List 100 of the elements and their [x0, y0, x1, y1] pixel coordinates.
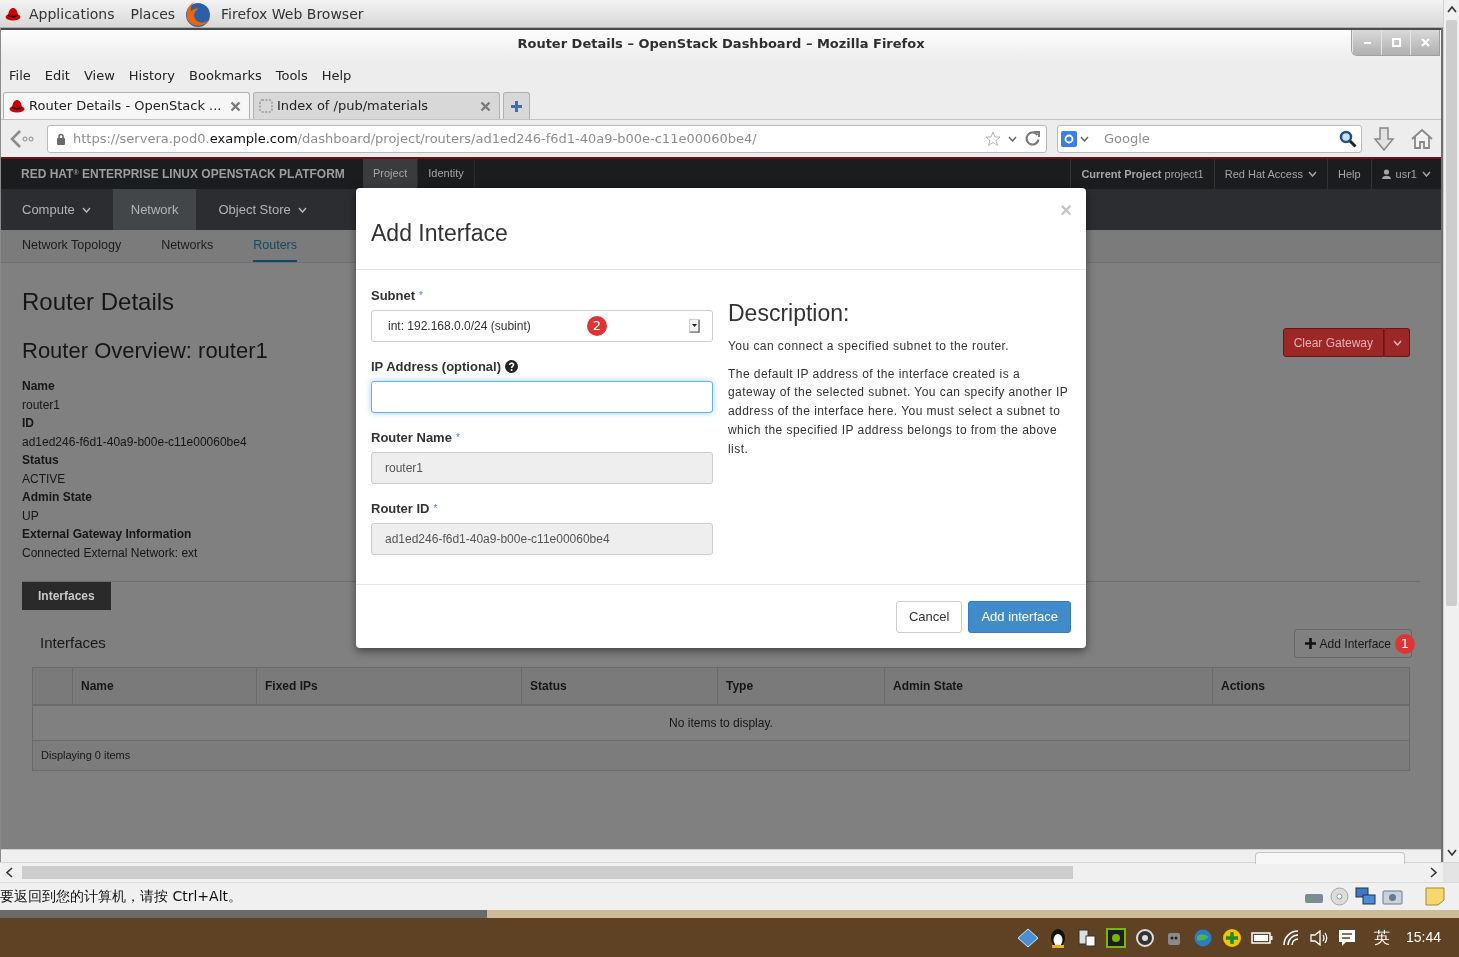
browser-tab[interactable]: Index of /pub/materials — [253, 92, 500, 119]
detail-label: ID — [22, 415, 35, 432]
url-domain: example.com — [209, 129, 298, 148]
menu-item[interactable]: Help — [314, 66, 359, 86]
device-icon[interactable] — [1076, 927, 1097, 948]
disc-icon[interactable] — [1330, 887, 1349, 906]
subnav-link[interactable]: Network Topology — [22, 230, 122, 262]
item-count: Displaying 0 items — [41, 749, 131, 762]
ring-icon[interactable] — [1134, 927, 1155, 948]
search-field[interactable]: Google — [1102, 127, 1336, 150]
scrollbar-thumb[interactable] — [22, 866, 1073, 879]
search-bar[interactable]: Google — [1057, 124, 1362, 153]
top-bar-menu[interactable]: Applications — [21, 0, 123, 27]
required-mark: * — [433, 502, 438, 516]
panel-tab[interactable]: Compute — [9, 189, 104, 230]
close-icon[interactable] — [230, 100, 241, 112]
wifi-icon[interactable] — [1281, 929, 1300, 946]
menu-item[interactable]: History — [121, 66, 183, 86]
maximize-button[interactable] — [1381, 30, 1410, 55]
plus-icon — [1304, 638, 1316, 649]
menu-item[interactable]: View — [76, 66, 122, 86]
help-icon[interactable] — [505, 360, 518, 373]
monitors-icon[interactable] — [1355, 887, 1376, 906]
engine-logo-icon[interactable] — [1061, 130, 1077, 147]
detail-label: Admin State — [22, 489, 93, 506]
detail-tab[interactable]: Interfaces — [22, 582, 111, 610]
globe-icon[interactable] — [1192, 927, 1213, 948]
submit-button[interactable]: Add interface — [968, 601, 1071, 633]
empty-message: No items to display. — [669, 715, 773, 730]
dropdown-icon — [1080, 135, 1089, 142]
star-icon[interactable] — [985, 131, 1001, 146]
detail-value: UP — [22, 507, 40, 525]
description-title: Description: — [728, 299, 851, 327]
column-header: Name — [81, 678, 114, 693]
user-icon — [1381, 169, 1391, 179]
router-id-field: ad1ed246-f6d1-40a9-b00e-c11e00060be4 — [371, 523, 713, 555]
detail-label: Name — [22, 378, 56, 395]
detail-value: router1 — [22, 396, 62, 414]
top-bar-menu[interactable]: Places — [122, 0, 184, 27]
download-button[interactable] — [1372, 125, 1396, 152]
close-icon[interactable] — [480, 100, 491, 112]
more-actions-button[interactable] — [1384, 328, 1410, 357]
download-icon — [1372, 125, 1396, 152]
input-method-indicator[interactable]: 英 — [1373, 925, 1390, 950]
panel-tab[interactable]: Object Store — [205, 189, 320, 230]
detail-label: Status — [22, 452, 60, 469]
camera-icon[interactable] — [1382, 888, 1403, 905]
scrollbar-thumb[interactable] — [1446, 20, 1457, 606]
caret-icon — [1422, 171, 1431, 177]
plus-circle-icon[interactable] — [1221, 927, 1242, 948]
dashboard-tab[interactable]: Project — [363, 159, 419, 189]
status-message: 要返回到您的计算机，请按 Ctrl+Alt。 — [0, 887, 244, 906]
dropdown-arrow-icon — [689, 319, 700, 333]
app-name[interactable]: Firefox Web Browser — [213, 0, 372, 27]
maximize-icon — [1391, 38, 1401, 47]
menu-item[interactable]: Edit — [37, 66, 77, 86]
menu-item[interactable]: Tools — [268, 66, 315, 86]
address-bar[interactable]: https://servera.pod0.example.com/dashboard/project/routers/ad1ed246-f6d1-40a9-b00e-c11e00060be4/ — [47, 124, 1047, 153]
column-header: Fixed IPs — [265, 678, 318, 693]
reload-icon[interactable] — [1024, 130, 1041, 147]
cancel-button[interactable]: Cancel — [895, 601, 963, 633]
subnav-link[interactable]: Networks — [161, 230, 214, 262]
home-button[interactable] — [1410, 127, 1434, 150]
close-button[interactable] — [1410, 30, 1439, 55]
detail-label: External Gateway Information — [22, 526, 193, 543]
section-title: Interfaces — [40, 633, 106, 654]
column-header: Admin State — [893, 678, 963, 693]
column-header: Actions — [1221, 678, 1265, 693]
required-mark: * — [455, 431, 460, 445]
description-text: The default IP address of the interface created is a gateway of the selected subnet. You can specify another IP address of the interface here. You must select a subnet to which the specified IP address belongs to from the above list. — [728, 365, 1070, 458]
message-icon[interactable] — [1337, 928, 1356, 947]
url-text: /dashboard/project/routers/ad1ed246-f6d1-40a9-b00e-c11e00060be4/ — [297, 129, 757, 148]
minimize-icon — [1363, 41, 1371, 44]
new-tab-button[interactable] — [503, 92, 530, 119]
battery-icon[interactable] — [1250, 930, 1273, 945]
panel-tab[interactable]: Network — [112, 189, 197, 230]
column-header: Type — [726, 678, 754, 693]
browser-tab[interactable]: Router Details - OpenStack ... — [3, 92, 250, 119]
hat-icon — [5, 6, 21, 21]
clear-gateway-button[interactable]: Clear Gateway — [1282, 328, 1384, 357]
diamond-icon[interactable] — [1016, 927, 1039, 948]
chip-icon[interactable] — [1105, 927, 1126, 948]
required-mark: * — [419, 289, 423, 303]
detail-value: Connected External Network: ext — [22, 544, 199, 562]
router-name-field: router1 — [371, 452, 713, 484]
field-label: Router ID — [371, 499, 430, 518]
url-text: https://servera.pod0. — [73, 129, 210, 148]
back-icon — [9, 127, 35, 150]
dialog-title: Add Interface — [371, 219, 509, 247]
menu-item[interactable]: File — [2, 66, 38, 86]
page-title: Router Details — [22, 287, 176, 317]
search-icon[interactable] — [1339, 129, 1357, 148]
ip-address-field[interactable] — [371, 381, 713, 413]
clock[interactable]: 15:44 — [1405, 927, 1441, 948]
menu-item[interactable]: Bookmarks — [182, 66, 269, 86]
lock-icon — [56, 132, 66, 145]
caret-icon — [1307, 171, 1317, 177]
dashed-page-icon — [259, 99, 273, 113]
volume-icon[interactable] — [1308, 929, 1329, 946]
detail-value: ad1ed246-f6d1-40a9-b00e-c11e00060be4 — [22, 433, 248, 451]
